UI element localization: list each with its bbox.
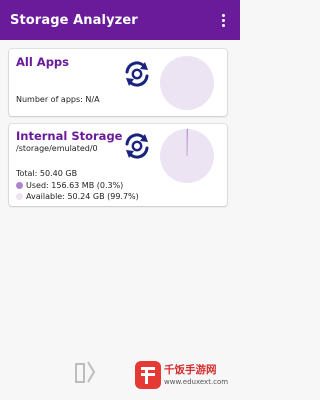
watermark-title: 千饭手游网 [164,364,217,376]
used-text: Used: 156.63 MB (0.3%) [26,181,124,190]
refresh-icon[interactable] [121,58,153,90]
app-title: Storage Analyzer [10,12,138,28]
storage-pie-chart [160,128,214,183]
watermark-logo-icon [135,361,161,389]
refresh-icon[interactable] [121,130,153,162]
total-text: Total: 50.40 GB [16,169,78,178]
watermark-ear-icon [75,361,96,383]
app-bar: Storage Analyzer [0,0,240,40]
internal-storage-card: Internal Storage /storage/emulated/0 Tot… [9,124,227,206]
watermark-url: www.eduxext.com [164,378,229,386]
available-legend: Available: 50.24 GB (99.7%) [16,192,139,201]
storage-path: /storage/emulated/0 [16,144,98,153]
all-apps-card: All Apps Number of apps: N/A [9,49,227,116]
available-text: Available: 50.24 GB (99.7%) [26,192,139,201]
all-apps-title: All Apps [16,55,69,69]
more-vert-icon[interactable] [216,10,230,30]
apps-pie-chart [160,56,214,110]
apps-count-text: Number of apps: N/A [16,95,100,104]
available-legend-dot [16,193,23,200]
used-legend-dot [16,182,23,189]
used-legend: Used: 156.63 MB (0.3%) [16,181,123,190]
internal-storage-title: Internal Storage [16,129,123,143]
